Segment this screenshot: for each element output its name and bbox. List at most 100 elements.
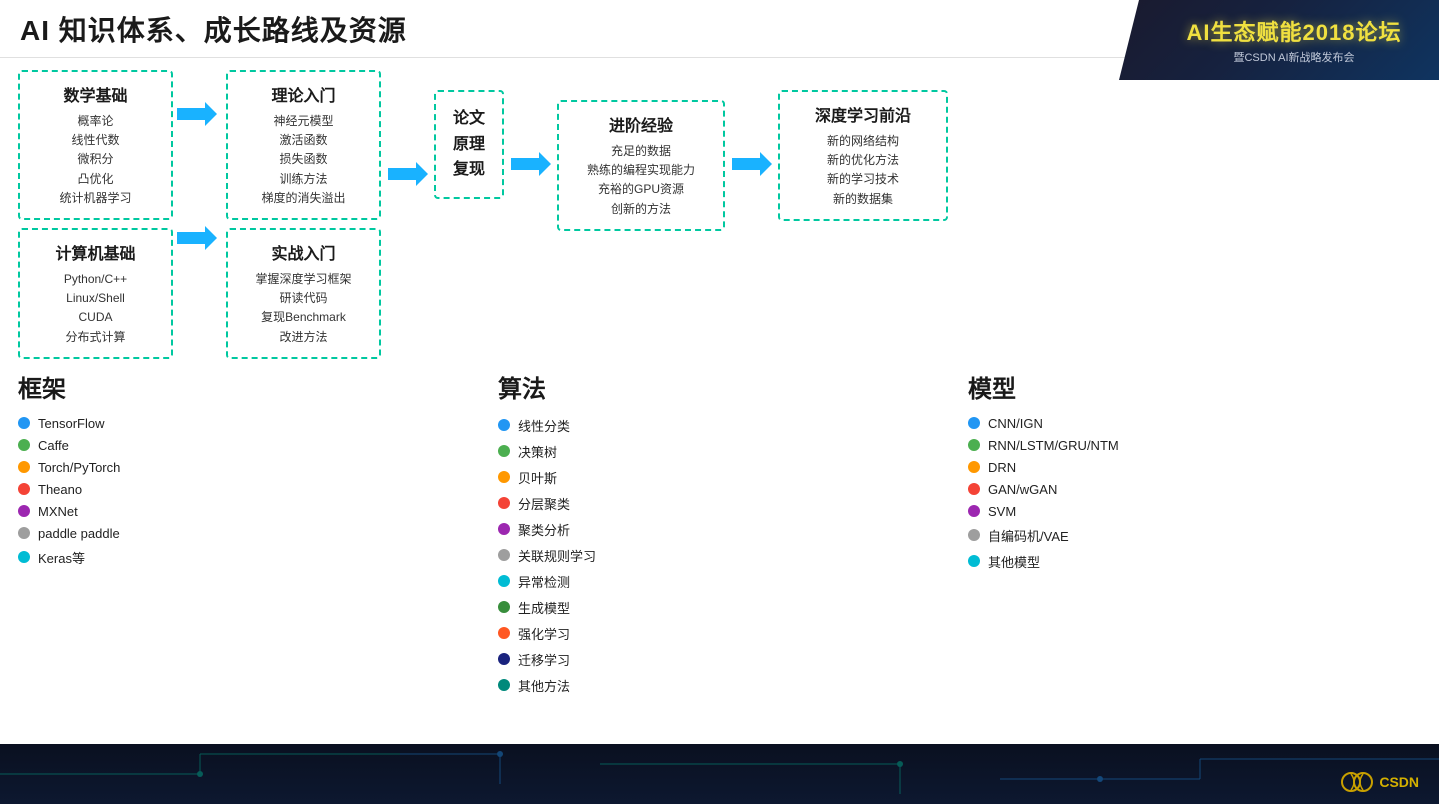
arrow-2-svg [388, 160, 428, 188]
logo-main-text: AI生态赋能2018论坛 [1187, 15, 1402, 47]
box-shizhan-item-0: 掌握深度学习框架 [242, 270, 365, 289]
box-shizhan-item-2: 复现Benchmark [242, 308, 365, 327]
item-label: 分层聚类 [518, 494, 570, 513]
item-label: Keras等 [38, 548, 85, 567]
roadmap-row: 数学基础 概率论 线性代数 微积分 凸优化 统计机器学习 计算机基础 Pytho… [18, 70, 1421, 359]
box-shuxue-item-3: 凸优化 [34, 170, 157, 189]
list-item: CNN/IGN [968, 416, 1228, 431]
list-item: 自编码机/VAE [968, 526, 1228, 545]
list-item: 迁移学习 [498, 650, 718, 669]
circuit-decoration [0, 744, 1439, 804]
dot-icon [498, 523, 510, 535]
arrow-3-svg [511, 150, 551, 178]
item-label: 贝叶斯 [518, 468, 557, 487]
suanfa-items: 线性分类决策树贝叶斯分层聚类聚类分析关联规则学习异常检测生成模型强化学习迁移学习… [498, 416, 718, 695]
list-item: 其他方法 [498, 676, 718, 695]
list-item: Caffe [18, 438, 238, 453]
box-lilun-item-3: 训练方法 [242, 170, 365, 189]
dot-icon [968, 461, 980, 473]
suanfa-col: 算法 线性分类决策树贝叶斯分层聚类聚类分析关联规则学习异常检测生成模型强化学习迁… [498, 369, 718, 702]
dot-icon [968, 439, 980, 451]
list-item: 线性分类 [498, 416, 718, 435]
moxing-items: CNN/IGNRNN/LSTM/GRU/NTMDRNGAN/wGANSVM自编码… [968, 416, 1228, 571]
dot-icon [968, 505, 980, 517]
list-item: 异常检测 [498, 572, 718, 591]
list-item: 分层聚类 [498, 494, 718, 513]
box-jinjie-item-0: 充足的数据 [573, 142, 709, 161]
dot-icon [498, 419, 510, 431]
box-shendu-item-1: 新的优化方法 [794, 151, 932, 170]
box-lilun-title: 理论入门 [242, 82, 365, 106]
item-label: paddle paddle [38, 526, 120, 541]
box-shuxue-item-1: 线性代数 [34, 131, 157, 150]
item-label: 聚类分析 [518, 520, 570, 539]
item-label: 异常检测 [518, 572, 570, 591]
box-lilun-item-0: 神经元模型 [242, 112, 365, 131]
dot-icon [18, 527, 30, 539]
item-label: SVM [988, 504, 1016, 519]
item-label: DRN [988, 460, 1016, 475]
item-label: Theano [38, 482, 82, 497]
item-label: 线性分类 [518, 416, 570, 435]
box-shendu: 深度学习前沿 新的网络结构 新的优化方法 新的学习技术 新的数据集 [778, 90, 948, 221]
arrow-4-svg [732, 150, 772, 178]
box-lunwen-container: 论文原理复现 [434, 90, 504, 199]
dot-icon [498, 497, 510, 509]
dot-icon [498, 471, 510, 483]
list-item: 聚类分析 [498, 520, 718, 539]
box-shendu-title: 深度学习前沿 [794, 102, 932, 126]
box-shendu-item-3: 新的数据集 [794, 190, 932, 209]
item-label: MXNet [38, 504, 78, 519]
item-label: Torch/PyTorch [38, 460, 120, 475]
box-jisuanji-item-1: Linux/Shell [34, 289, 157, 308]
bottom-bar [0, 744, 1439, 804]
arrow-4 [729, 150, 774, 178]
dot-icon [18, 439, 30, 451]
list-item: MXNet [18, 504, 238, 519]
list-item: 贝叶斯 [498, 468, 718, 487]
box-jinjie-title: 进阶经验 [573, 112, 709, 136]
bottom-row: 框架 TensorFlowCaffeTorch/PyTorchTheanoMXN… [18, 369, 1421, 702]
csdn-label: CSDN [1379, 774, 1419, 790]
list-item: Theano [18, 482, 238, 497]
dot-icon [968, 483, 980, 495]
item-label: 强化学习 [518, 624, 570, 643]
dot-icon [498, 653, 510, 665]
dot-icon [18, 551, 30, 563]
item-label: 其他方法 [518, 676, 570, 695]
box-shuxue-title: 数学基础 [34, 82, 157, 106]
item-label: 生成模型 [518, 598, 570, 617]
box-jinjie-item-2: 充裕的GPU资源 [573, 180, 709, 199]
box-shuxue-item-4: 统计机器学习 [34, 189, 157, 208]
box-shizhan-item-1: 研读代码 [242, 289, 365, 308]
dot-icon [968, 417, 980, 429]
item-label: 关联规则学习 [518, 546, 596, 565]
box-jinjie-item-1: 熟练的编程实现能力 [573, 161, 709, 180]
dot-icon [498, 445, 510, 457]
moxing-col: 模型 CNN/IGNRNN/LSTM/GRU/NTMDRNGAN/wGANSVM… [968, 369, 1228, 578]
dot-icon [498, 549, 510, 561]
list-item: SVM [968, 504, 1228, 519]
box-shizhan-item-3: 改进方法 [242, 328, 365, 347]
box-shizhan: 实战入门 掌握深度学习框架 研读代码 复现Benchmark 改进方法 [226, 228, 381, 359]
list-item: DRN [968, 460, 1228, 475]
page-title: AI 知识体系、成长路线及资源 [20, 9, 407, 49]
dot-icon [968, 529, 980, 541]
dot-icon [968, 555, 980, 567]
item-label: 迁移学习 [518, 650, 570, 669]
list-item: 其他模型 [968, 552, 1228, 571]
dot-icon [18, 417, 30, 429]
dot-icon [498, 575, 510, 587]
box-jinjie: 进阶经验 充足的数据 熟练的编程实现能力 充裕的GPU资源 创新的方法 [557, 100, 725, 231]
list-item: TensorFlow [18, 416, 238, 431]
box-jisuanji-title: 计算机基础 [34, 240, 157, 264]
item-label: 其他模型 [988, 552, 1040, 571]
box-shendu-item-0: 新的网络结构 [794, 132, 932, 151]
box-jinjie-item-3: 创新的方法 [573, 200, 709, 219]
dot-icon [18, 483, 30, 495]
box-shendu-container: 深度学习前沿 新的网络结构 新的优化方法 新的学习技术 新的数据集 [778, 90, 948, 221]
arrow-2 [385, 160, 430, 188]
main-content: 数学基础 概率论 线性代数 微积分 凸优化 统计机器学习 计算机基础 Pytho… [0, 58, 1439, 744]
list-item: 关联规则学习 [498, 546, 718, 565]
kuangjia-items: TensorFlow Caffe Torch/PyTorch Theano MXNet p… [18, 416, 238, 567]
